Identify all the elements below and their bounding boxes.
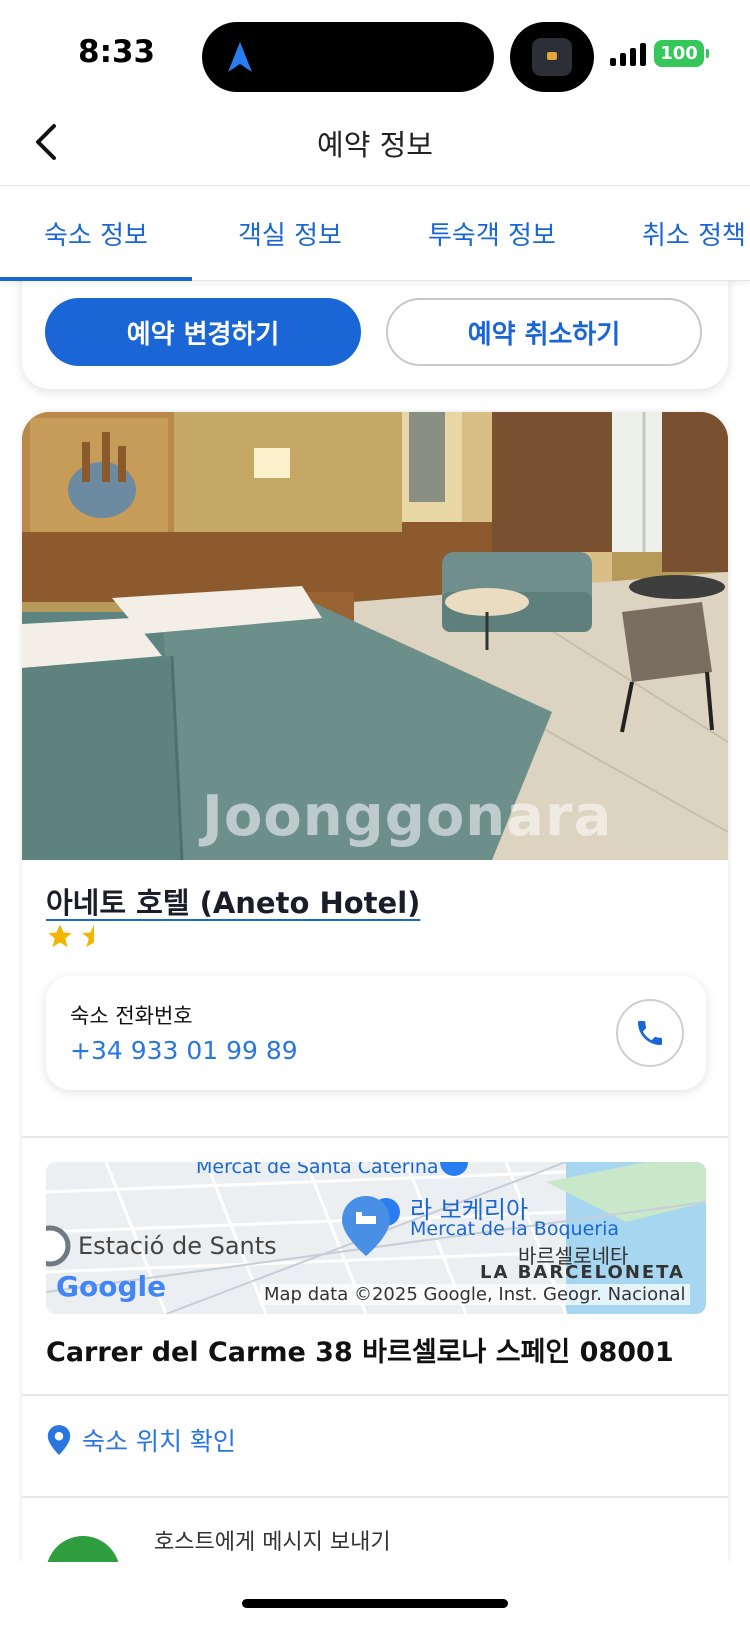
- divider: [22, 1496, 728, 1498]
- star-rating: [46, 922, 108, 950]
- active-tab-indicator: [0, 277, 192, 281]
- hotel-address: Carrer del Carme 38 바르셀로나 스페인 08001: [46, 1337, 674, 1368]
- tab-cancel-policy[interactable]: 취소 정책: [642, 215, 746, 252]
- map-label-barceloneta-en: LA BARCELONETA: [480, 1262, 685, 1283]
- status-bar: 8:33 100: [0, 0, 750, 100]
- hotel-name-link[interactable]: 아네토 호텔 (Aneto Hotel): [46, 880, 420, 922]
- map-label-sants: Estació de Sants: [78, 1232, 277, 1260]
- message-host-label[interactable]: 호스트에게 메시지 보내기: [154, 1524, 391, 1556]
- phone-icon: [638, 1021, 662, 1045]
- signal-icon: [610, 42, 646, 66]
- divider: [22, 1394, 728, 1396]
- view-location-link[interactable]: 숙소 위치 확인: [46, 1422, 236, 1458]
- home-indicator[interactable]: [242, 1599, 508, 1608]
- phone-number[interactable]: +34 933 01 99 89: [70, 1036, 298, 1065]
- phone-card: 숙소 전화번호 +34 933 01 99 89: [46, 976, 706, 1090]
- tab-bar: 숙소 정보 객실 정보 투숙객 정보 취소 정책: [0, 187, 750, 281]
- cancel-booking-button[interactable]: 예약 취소하기: [386, 298, 702, 366]
- call-button[interactable]: [616, 999, 684, 1067]
- view-location-label: 숙소 위치 확인: [82, 1427, 236, 1456]
- hotel-card: Joonggonara 아네토 호텔 (Aneto Hotel) 숙소 전화번호…: [22, 412, 728, 1562]
- divider: [22, 1136, 728, 1138]
- app-header: 예약 정보: [0, 100, 750, 186]
- location-pin-icon: [47, 1425, 71, 1455]
- star-half-icon: [82, 924, 94, 948]
- star-full-icon: [48, 924, 72, 948]
- tab-guest-info[interactable]: 투숙객 정보: [428, 215, 556, 252]
- bottom-safe-area: [0, 1562, 750, 1626]
- booking-actions-card: 예약 변경하기 예약 취소하기: [22, 262, 728, 389]
- status-time: 8:33: [78, 34, 156, 70]
- location-map[interactable]: Mercat de Santa Caterina 라 보케리아 Mercat d…: [46, 1162, 706, 1314]
- change-booking-button[interactable]: 예약 변경하기: [45, 298, 361, 366]
- tab-room-info[interactable]: 객실 정보: [238, 215, 342, 252]
- tab-property-info[interactable]: 숙소 정보: [44, 215, 148, 252]
- battery-icon: 100: [654, 40, 709, 67]
- phone-label: 숙소 전화번호: [70, 1004, 193, 1028]
- google-logo: Google: [56, 1270, 167, 1303]
- dynamic-island: [202, 22, 494, 92]
- page-title: 예약 정보: [317, 128, 433, 162]
- navigation-arrow-icon: [228, 42, 252, 72]
- map-attribution: Map data ©2025 Google, Inst. Geogr. Naci…: [260, 1284, 690, 1305]
- app-icon: [532, 38, 572, 76]
- map-label-santa-caterina: Mercat de Santa Caterina: [196, 1162, 439, 1178]
- hotel-room-photo[interactable]: Joonggonara: [22, 412, 728, 860]
- map-label-boqueria-en: Mercat de la Boqueria: [410, 1218, 619, 1240]
- live-activity: [510, 22, 594, 92]
- host-avatar[interactable]: [46, 1536, 120, 1562]
- photo-watermark: Joonggonara: [202, 784, 613, 849]
